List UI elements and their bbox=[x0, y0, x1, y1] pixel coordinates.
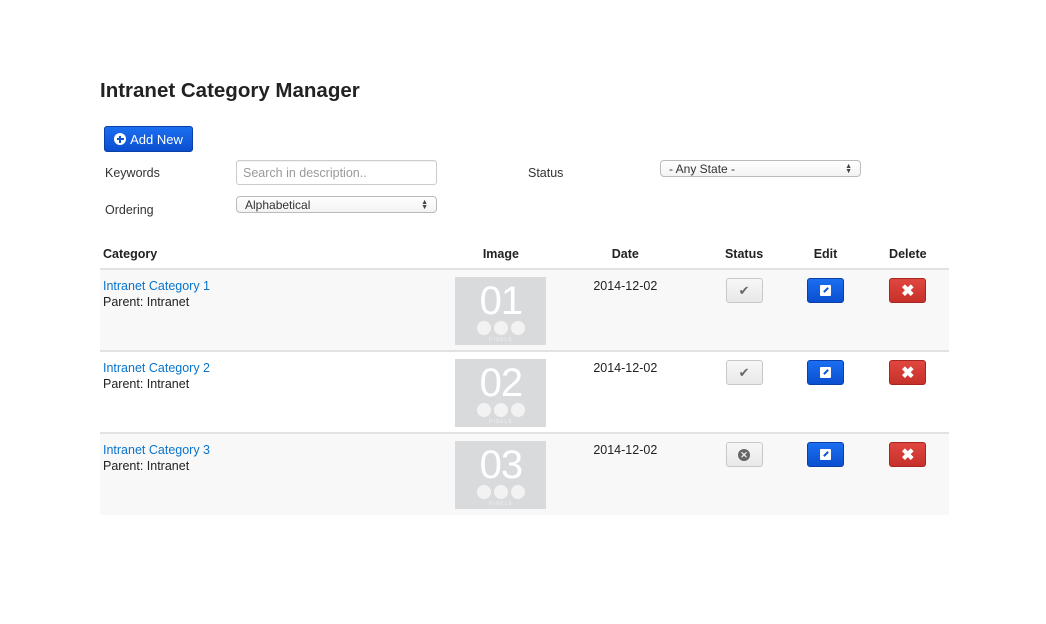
category-thumbnail: 03 PIXELS bbox=[455, 441, 547, 509]
select-arrows-icon: ▲ ▼ bbox=[845, 162, 852, 175]
close-icon: ✖ bbox=[901, 446, 915, 464]
category-link[interactable]: Intranet Category 3 bbox=[103, 442, 455, 458]
edit-icon bbox=[819, 449, 831, 460]
category-parent: Parent: Intranet bbox=[103, 377, 190, 391]
status-label: Status bbox=[528, 166, 564, 180]
category-parent: Parent: Intranet bbox=[103, 459, 190, 473]
category-link[interactable]: Intranet Category 1 bbox=[103, 278, 455, 294]
select-arrows-icon: ▲ ▼ bbox=[421, 198, 428, 211]
delete-button[interactable]: ✖ bbox=[889, 360, 927, 385]
page-title: Intranet Category Manager bbox=[100, 79, 360, 102]
check-icon: ✔ bbox=[738, 282, 750, 298]
thumbnail-caption: PIXELS bbox=[489, 337, 513, 343]
keywords-input[interactable] bbox=[236, 160, 437, 185]
category-date: 2014-12-02 bbox=[546, 433, 704, 515]
category-thumbnail: 01 PIXELS bbox=[455, 277, 547, 345]
delete-button[interactable]: ✖ bbox=[889, 278, 927, 303]
x-circle-icon: ✕ bbox=[738, 448, 751, 461]
status-toggle-button[interactable]: ✔ bbox=[725, 360, 763, 385]
thumbnail-caption: PIXELS bbox=[489, 501, 513, 507]
header-image: Image bbox=[454, 240, 547, 270]
header-delete: Delete bbox=[866, 240, 949, 270]
edit-icon bbox=[819, 367, 831, 378]
keywords-label: Keywords bbox=[105, 166, 160, 180]
table-row: Intranet Category 3 Parent: Intranet 03 … bbox=[100, 433, 949, 515]
category-table: Category Image Date Status Edit Delete I… bbox=[100, 240, 949, 515]
header-edit: Edit bbox=[784, 240, 867, 270]
category-parent: Parent: Intranet bbox=[103, 295, 190, 309]
plus-circle-icon bbox=[114, 133, 127, 145]
delete-button[interactable]: ✖ bbox=[889, 442, 927, 467]
check-icon: ✔ bbox=[738, 364, 750, 380]
status-toggle-button[interactable]: ✕ bbox=[725, 442, 763, 467]
edit-icon bbox=[819, 285, 831, 296]
table-row: Intranet Category 1 Parent: Intranet 01 … bbox=[100, 269, 949, 352]
status-value: - Any State - bbox=[669, 161, 736, 176]
header-status[interactable]: Status bbox=[703, 240, 785, 270]
category-link[interactable]: Intranet Category 2 bbox=[103, 360, 455, 376]
thumbnail-caption: PIXELS bbox=[489, 419, 513, 425]
ordering-value: Alphabetical bbox=[245, 197, 311, 212]
close-icon: ✖ bbox=[901, 364, 915, 382]
category-date: 2014-12-02 bbox=[546, 269, 704, 352]
status-toggle-button[interactable]: ✔ bbox=[725, 278, 763, 303]
close-icon: ✖ bbox=[901, 282, 915, 300]
add-new-label: Add New bbox=[130, 131, 183, 147]
status-select[interactable]: - Any State - ▲ ▼ bbox=[660, 160, 861, 177]
edit-button[interactable] bbox=[806, 442, 844, 467]
category-thumbnail: 02 PIXELS bbox=[455, 359, 547, 427]
header-category[interactable]: Category bbox=[100, 240, 455, 270]
table-row: Intranet Category 2 Parent: Intranet 02 … bbox=[100, 351, 949, 434]
edit-button[interactable] bbox=[806, 278, 844, 303]
add-new-button[interactable]: Add New bbox=[104, 126, 193, 152]
ordering-label: Ordering bbox=[105, 203, 154, 217]
thumbnail-number: 03 bbox=[479, 443, 524, 487]
category-date: 2014-12-02 bbox=[546, 351, 704, 434]
thumbnail-number: 02 bbox=[479, 361, 524, 405]
edit-button[interactable] bbox=[806, 360, 844, 385]
header-date[interactable]: Date bbox=[546, 240, 704, 270]
thumbnail-number: 01 bbox=[479, 279, 524, 323]
ordering-select[interactable]: Alphabetical ▲ ▼ bbox=[236, 196, 437, 213]
